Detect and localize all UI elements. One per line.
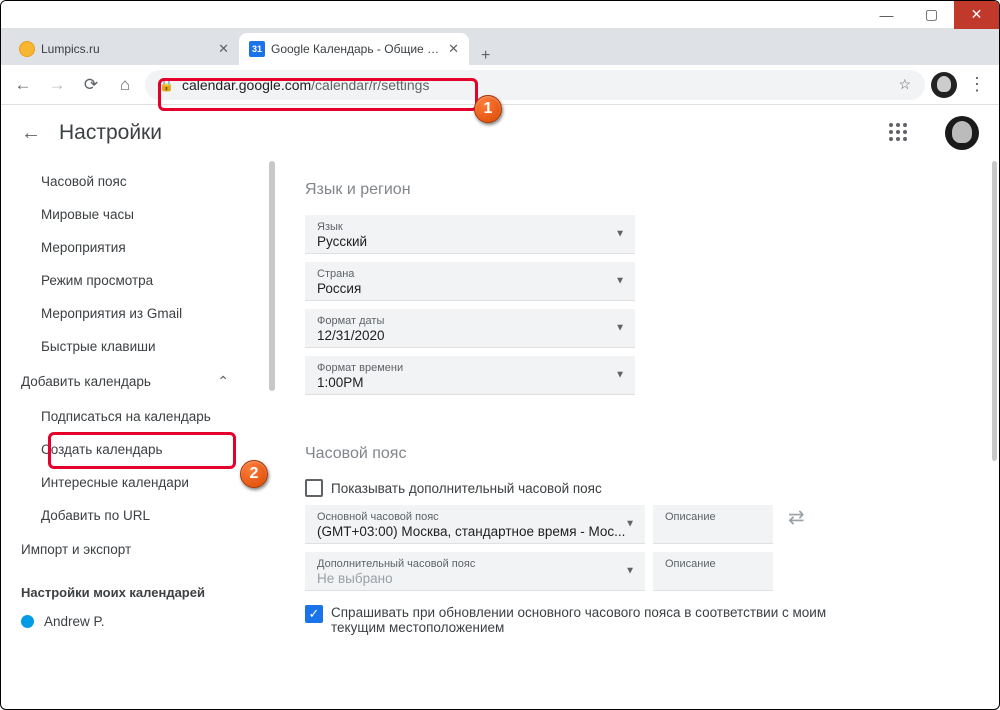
lock-icon: 🔒 [159, 78, 174, 92]
favicon-gcal: 31 [249, 41, 265, 57]
checkbox-label: Спрашивать при обновлении основного часо… [331, 605, 831, 635]
tab-title: Google Календарь - Общие нас [271, 42, 442, 56]
sidebar-item-import-export[interactable]: Импорт и экспорт [1, 532, 275, 567]
url-text: calendar.google.com/calendar/r/settings [182, 77, 890, 93]
show-secondary-tz-checkbox[interactable] [305, 479, 323, 497]
sidebar-calendar-item[interactable]: Andrew P. [1, 608, 275, 635]
window-close[interactable]: ✕ [954, 1, 999, 29]
field-label: Формат времени [317, 362, 625, 374]
secondary-tz-description-input[interactable]: Описание [653, 552, 773, 591]
sidebar-item-add-by-url[interactable]: Добавить по URL [1, 499, 275, 532]
dropdown-arrow-icon: ▼ [625, 566, 635, 577]
field-value: (GMT+03:00) Москва, стандартное время - … [317, 524, 635, 539]
tab-close-icon[interactable]: ✕ [448, 41, 459, 57]
annotation-badge-1: 1 [474, 95, 502, 123]
tab-lumpics[interactable]: Lumpics.ru ✕ [9, 33, 239, 65]
window-minimize[interactable]: — [864, 1, 909, 29]
dropdown-arrow-icon: ▼ [615, 323, 625, 334]
secondary-timezone-select[interactable]: Дополнительный часовой пояс Не выбрано ▼ [305, 552, 645, 591]
field-value: 12/31/2020 [317, 328, 625, 343]
forward-button[interactable]: → [43, 71, 71, 99]
primary-tz-description-input[interactable]: Описание [653, 505, 773, 544]
field-value: Россия [317, 281, 625, 296]
settings-main: Язык и регион Язык Русский ▼ Страна Росс… [275, 161, 999, 709]
dropdown-arrow-icon: ▼ [625, 519, 635, 530]
sidebar-heading-my-calendars: Настройки моих календарей [1, 567, 275, 608]
field-label: Описание [665, 558, 763, 570]
calendar-color-dot [21, 615, 34, 628]
scrollbar-thumb[interactable] [992, 161, 997, 461]
sidebar-item-interesting-calendars[interactable]: Интересные календари [1, 466, 275, 499]
settings-back-button[interactable]: ← [21, 122, 41, 145]
field-label: Страна [317, 268, 625, 280]
sidebar-item-world-clock[interactable]: Мировые часы [1, 198, 275, 231]
dropdown-arrow-icon: ▼ [615, 370, 625, 381]
window-maximize[interactable]: ▢ [909, 1, 954, 29]
field-label: Формат даты [317, 315, 625, 327]
sidebar-item-events[interactable]: Мероприятия [1, 231, 275, 264]
calendar-name: Andrew P. [44, 614, 105, 629]
dropdown-arrow-icon: ▼ [615, 229, 625, 240]
field-label: Дополнительный часовой пояс [317, 558, 635, 570]
field-label: Язык [317, 221, 625, 233]
bookmark-star-icon[interactable]: ☆ [898, 76, 911, 93]
field-label: Основной часовой пояс [317, 511, 635, 523]
sidebar-item-shortcuts[interactable]: Быстрые клавиши [1, 330, 275, 363]
sidebar-item-subscribe-calendar[interactable]: Подписаться на календарь [1, 400, 275, 433]
google-apps-icon[interactable] [889, 123, 909, 143]
tab-title: Lumpics.ru [41, 42, 212, 56]
field-value: 1:00PM [317, 375, 625, 390]
field-label: Описание [665, 511, 763, 523]
settings-sidebar: Часовой пояс Мировые часы Мероприятия Ре… [1, 161, 275, 709]
ask-timezone-update-checkbox[interactable]: ✓ [305, 605, 323, 623]
sidebar-section-add-calendar[interactable]: Добавить календарь ⌃ [1, 363, 275, 400]
country-select[interactable]: Страна Россия ▼ [305, 262, 635, 301]
date-format-select[interactable]: Формат даты 12/31/2020 ▼ [305, 309, 635, 348]
new-tab-button[interactable]: + [469, 47, 502, 65]
sidebar-item-label: Импорт и экспорт [21, 542, 131, 557]
dropdown-arrow-icon: ▼ [615, 276, 625, 287]
section-title-language: Язык и регион [305, 181, 969, 199]
section-title-timezone: Часовой пояс [305, 445, 969, 463]
reload-button[interactable]: ⟳ [77, 71, 105, 99]
sidebar-section-label: Добавить календарь [21, 374, 151, 389]
tab-strip: Lumpics.ru ✕ 31 Google Календарь - Общие… [1, 29, 999, 65]
profile-avatar[interactable] [931, 72, 957, 98]
page-title: Настройки [59, 121, 162, 145]
sidebar-item-create-calendar[interactable]: Создать календарь [1, 433, 275, 466]
sidebar-item-timezone[interactable]: Часовой пояс [1, 165, 275, 198]
checkbox-label: Показывать дополнительный часовой пояс [331, 481, 602, 496]
tab-google-calendar[interactable]: 31 Google Календарь - Общие нас ✕ [239, 33, 469, 65]
primary-timezone-select[interactable]: Основной часовой пояс (GMT+03:00) Москва… [305, 505, 645, 544]
back-button[interactable]: ← [9, 71, 37, 99]
field-value: Не выбрано [317, 571, 635, 586]
sidebar-item-view-mode[interactable]: Режим просмотра [1, 264, 275, 297]
favicon-lumpics [19, 41, 35, 57]
home-button[interactable]: ⌂ [111, 71, 139, 99]
sidebar-item-gmail-events[interactable]: Мероприятия из Gmail [1, 297, 275, 330]
browser-menu-button[interactable]: ⋮ [963, 74, 991, 95]
language-select[interactable]: Язык Русский ▼ [305, 215, 635, 254]
tab-close-icon[interactable]: ✕ [218, 41, 229, 57]
browser-toolbar: ← → ⟳ ⌂ 🔒 calendar.google.com/calendar/r… [1, 65, 999, 105]
account-avatar[interactable] [945, 116, 979, 150]
address-bar[interactable]: 🔒 calendar.google.com/calendar/r/setting… [145, 70, 925, 100]
swap-timezones-icon[interactable]: ⇅ [783, 509, 808, 526]
annotation-badge-2: 2 [240, 460, 268, 488]
field-value: Русский [317, 234, 625, 249]
time-format-select[interactable]: Формат времени 1:00PM ▼ [305, 356, 635, 395]
chevron-up-icon: ⌃ [217, 373, 229, 390]
